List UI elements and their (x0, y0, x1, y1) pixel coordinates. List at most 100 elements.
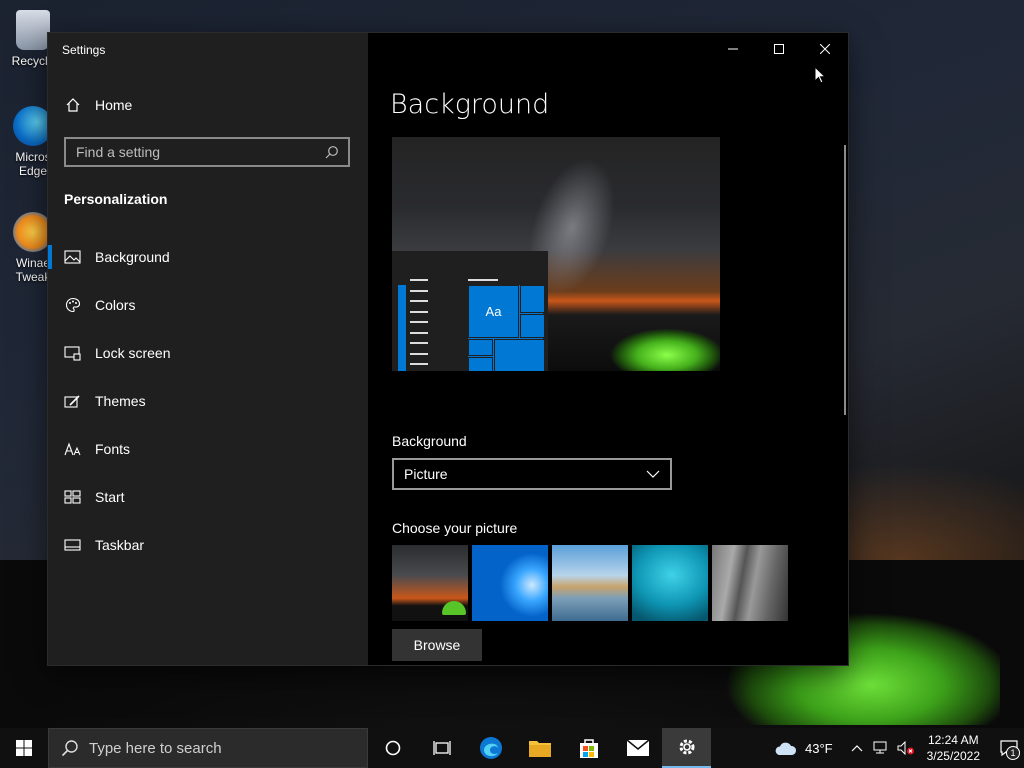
sidebar-item-start[interactable]: Start (48, 473, 368, 521)
sidebar-item-label: Taskbar (95, 537, 145, 553)
search-icon (61, 739, 79, 757)
sidebar-item-label: Themes (95, 393, 146, 409)
notification-badge: 1 (1006, 746, 1020, 760)
close-icon (820, 44, 830, 54)
preview-app-list (410, 279, 428, 371)
edge-icon (479, 736, 503, 760)
file-explorer-button[interactable] (515, 728, 564, 768)
home-icon (64, 96, 81, 113)
sidebar: Settings Home Find a setting Personaliza… (48, 33, 368, 665)
search-input[interactable]: Find a setting (64, 137, 350, 167)
page-title: Background (390, 89, 550, 120)
winaero-tweaker-icon (13, 212, 53, 252)
search-placeholder: Find a setting (76, 144, 161, 160)
settings-icon (677, 737, 697, 757)
fonts-icon (64, 441, 81, 458)
picture-thumbnails (392, 545, 788, 621)
choose-picture-label: Choose your picture (392, 520, 518, 536)
dropdown-value: Picture (404, 466, 448, 482)
sidebar-item-label: Start (95, 489, 125, 505)
preview-app-bar (398, 285, 406, 371)
background-preview: Aa (392, 137, 720, 371)
thumbnail-underwater[interactable] (632, 545, 708, 621)
network-icon[interactable] (873, 741, 889, 755)
cortana-icon (385, 740, 401, 756)
search-icon (323, 144, 340, 161)
taskbar: Type here to search 43°F 12:24 AM 3/25/2… (0, 728, 1024, 768)
window-controls (710, 33, 848, 65)
taskbar-icon (64, 537, 81, 554)
preview-tile-header (468, 279, 498, 281)
thumbnail-milky-way[interactable] (392, 545, 468, 621)
sidebar-item-taskbar[interactable]: Taskbar (48, 521, 368, 569)
maximize-icon (774, 44, 784, 54)
file-explorer-icon (528, 738, 552, 758)
weather-temperature: 43°F (805, 740, 833, 756)
sidebar-item-themes[interactable]: Themes (48, 377, 368, 425)
thumbnail-windows-light[interactable] (472, 545, 548, 621)
picture-icon (64, 249, 81, 266)
sidebar-item-fonts[interactable]: Fonts (48, 425, 368, 473)
sidebar-item-label: Fonts (95, 441, 131, 457)
sidebar-item-label: Lock screen (95, 345, 171, 361)
weather-widget[interactable]: 43°F (773, 740, 833, 756)
settings-taskbar-button[interactable] (662, 728, 711, 768)
lock-screen-icon (64, 345, 81, 362)
store-icon (578, 737, 600, 759)
background-type-dropdown[interactable]: Picture (392, 458, 672, 490)
thumbnail-rock-cliff[interactable] (712, 545, 788, 621)
preview-tiles: Aa (468, 285, 545, 371)
browse-button[interactable]: Browse (392, 629, 482, 661)
palette-icon (64, 297, 81, 314)
mail-button[interactable] (613, 728, 662, 768)
themes-icon (64, 393, 81, 410)
preview-start-menu: Aa (392, 251, 548, 371)
minimize-button[interactable] (710, 33, 756, 65)
sidebar-item-colors[interactable]: Colors (48, 281, 368, 329)
taskbar-search-placeholder: Type here to search (89, 739, 222, 757)
store-button[interactable] (564, 728, 613, 768)
task-view-button[interactable] (417, 728, 466, 768)
mouse-cursor-icon (814, 66, 826, 84)
window-title: Settings (62, 43, 106, 57)
chevron-up-icon[interactable] (851, 744, 863, 752)
section-title: Personalization (64, 191, 168, 207)
maximize-button[interactable] (756, 33, 802, 65)
desktop-icon-label: Micros Edge (15, 150, 51, 178)
home-label: Home (95, 96, 133, 113)
system-tray: 43°F 12:24 AM 3/25/2022 1 (773, 728, 1024, 768)
volume-muted-icon[interactable] (897, 741, 915, 755)
preview-tile-aa: Aa (468, 285, 519, 338)
sidebar-item-lock-screen[interactable]: Lock screen (48, 329, 368, 377)
action-center-button[interactable]: 1 (994, 728, 1024, 768)
clock-time: 12:24 AM (927, 733, 979, 747)
taskbar-search-box[interactable]: Type here to search (48, 728, 368, 768)
minimize-icon (728, 44, 738, 54)
mail-icon (626, 739, 650, 757)
task-view-icon (432, 740, 451, 756)
sidebar-item-label: Colors (95, 297, 136, 313)
chevron-down-icon (646, 470, 660, 478)
cloud-icon (773, 740, 797, 756)
edge-icon (13, 106, 53, 146)
sidebar-nav: Background Colors Lock screen Themes Fon… (48, 233, 368, 569)
start-button[interactable] (0, 728, 48, 768)
preview-tent (597, 315, 720, 371)
close-button[interactable] (802, 33, 848, 65)
desktop-icon-label: Winae Tweak (15, 256, 51, 284)
clock[interactable]: 12:24 AM 3/25/2022 (927, 732, 980, 764)
home-link[interactable]: Home (64, 96, 132, 113)
edge-taskbar-button[interactable] (466, 728, 515, 768)
scrollbar[interactable] (844, 145, 846, 415)
recycle-bin-icon (16, 10, 50, 50)
sidebar-item-label: Background (95, 249, 170, 265)
clock-date: 3/25/2022 (926, 749, 980, 763)
settings-window: Settings Home Find a setting Personaliza… (48, 33, 848, 665)
main-content: Background Aa Background Picture Choose … (368, 33, 848, 665)
start-icon (64, 489, 81, 506)
background-label: Background (392, 433, 467, 449)
cortana-button[interactable] (368, 728, 417, 768)
sidebar-item-background[interactable]: Background (48, 233, 368, 281)
windows-logo-icon (16, 740, 32, 756)
thumbnail-beach-rocks[interactable] (552, 545, 628, 621)
